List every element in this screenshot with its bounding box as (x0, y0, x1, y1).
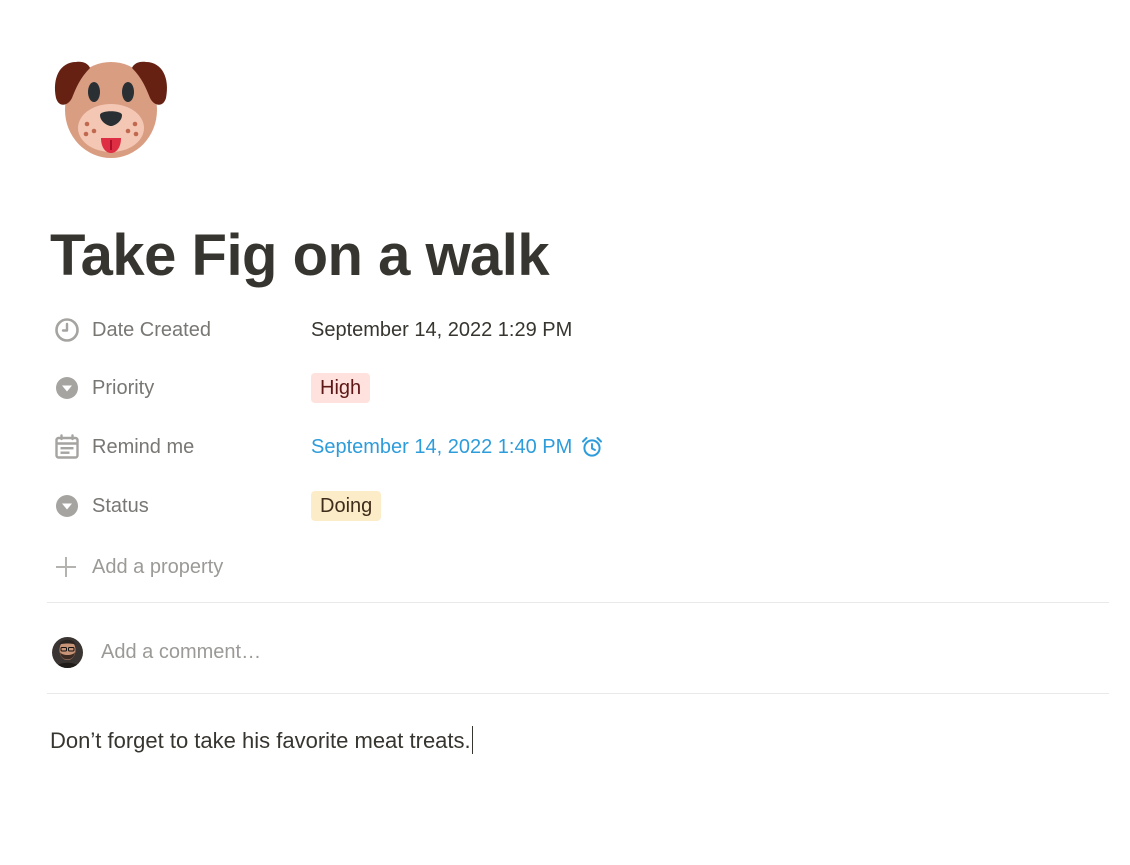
page-title[interactable]: Take Fig on a walk (50, 218, 550, 294)
alarm-clock-icon[interactable] (581, 436, 603, 458)
comment-row (52, 630, 1102, 674)
select-icon (50, 489, 84, 523)
property-row-remind-me: Remind me September 14, 2022 1:40 PM (50, 427, 1110, 467)
clock-icon (50, 313, 84, 347)
status-tag[interactable]: Doing (311, 491, 382, 521)
property-name-status[interactable]: Status (50, 486, 311, 526)
property-label: Priority (92, 376, 155, 399)
dog-face-icon[interactable] (50, 42, 172, 164)
select-icon (50, 371, 84, 405)
property-row-date-created: Date Created September 14, 2022 1:29 PM (50, 310, 1110, 350)
date-created-value: September 14, 2022 1:29 PM (311, 318, 573, 341)
comment-input[interactable] (101, 640, 1001, 664)
add-property-button[interactable]: Add a property (52, 548, 223, 586)
body-text: Don’t forget to take his favorite meat t… (50, 728, 471, 753)
plus-icon (52, 553, 80, 581)
calendar-icon (50, 430, 84, 464)
property-value-priority[interactable]: High (311, 373, 371, 403)
page: Take Fig on a walk Date Created Septembe… (0, 0, 1130, 865)
property-name-remind-me[interactable]: Remind me (50, 427, 311, 467)
reminder-date[interactable]: September 14, 2022 1:40 PM (311, 436, 572, 459)
text-caret (471, 726, 473, 754)
divider (47, 602, 1109, 603)
property-value-status[interactable]: Doing (311, 491, 382, 521)
property-label: Date Created (92, 318, 211, 341)
add-property-label: Add a property (92, 555, 224, 578)
property-label: Remind me (92, 435, 195, 458)
property-value-remind-me[interactable]: September 14, 2022 1:40 PM (311, 436, 603, 459)
property-label: Status (92, 494, 149, 517)
avatar[interactable] (52, 636, 83, 668)
divider (47, 693, 1109, 694)
property-row-priority: Priority High (50, 368, 1110, 408)
property-row-status: Status Doing (50, 486, 1110, 526)
property-value-date-created: September 14, 2022 1:29 PM (311, 319, 572, 342)
priority-tag[interactable]: High (311, 373, 371, 403)
property-name-date-created[interactable]: Date Created (50, 310, 311, 350)
property-name-priority[interactable]: Priority (50, 368, 311, 408)
body-text-block[interactable]: Don’t forget to take his favorite meat t… (50, 724, 473, 758)
